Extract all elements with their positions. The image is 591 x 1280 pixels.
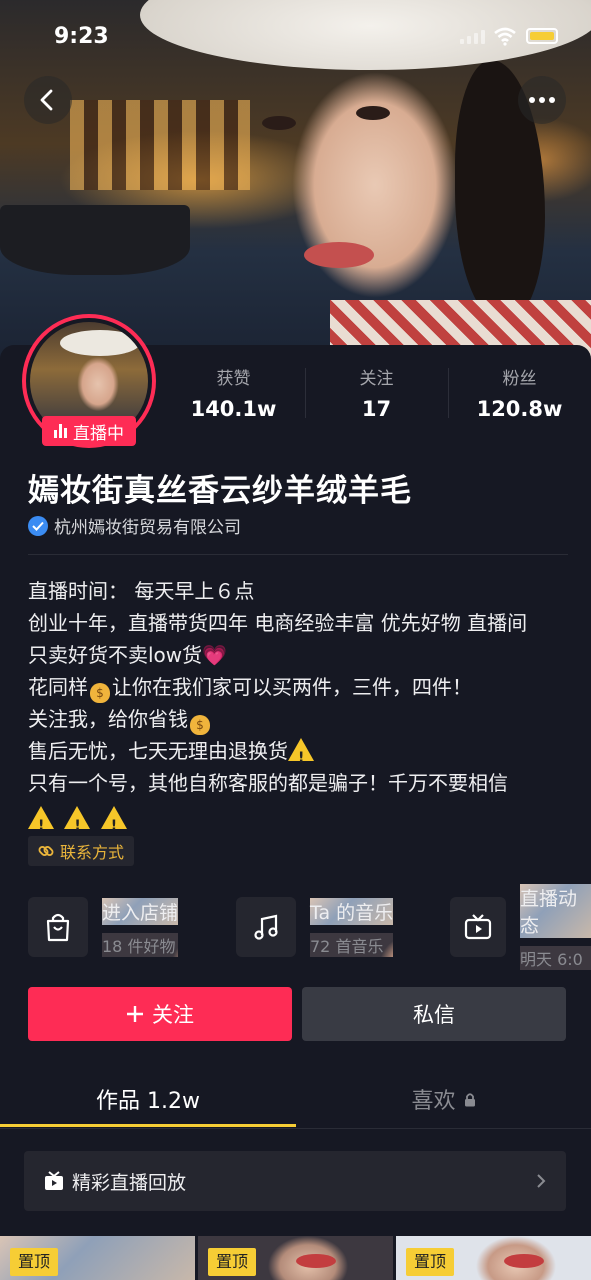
stat-following[interactable]: 关注 17: [305, 360, 448, 430]
shortcut-title: 直播动态: [520, 884, 591, 938]
replay-video-icon: [45, 1171, 63, 1190]
battery-icon: [526, 28, 558, 44]
cover-eye-right: [356, 106, 390, 120]
bio-line: 售后无忧，七天无理由退换货: [28, 735, 578, 774]
bio-text: 售后无忧，七天无理由退换货: [28, 739, 288, 763]
warning-icon: [288, 738, 314, 774]
cover-eye-left: [262, 116, 296, 130]
tab-label: 喜欢: [411, 1089, 456, 1114]
verified-company-name: 杭州嫣妆街贸易有限公司: [54, 518, 241, 538]
live-badge[interactable]: 直播中: [42, 416, 136, 446]
profile-name: 嫣妆街真丝香云纱羊绒羊毛: [28, 473, 412, 509]
back-button[interactable]: [24, 76, 72, 124]
pinned-badge: 置顶: [208, 1248, 257, 1276]
tab-active-indicator: [0, 1124, 296, 1127]
bio-text: 只卖好货不卖low货: [28, 643, 203, 667]
bio-line: [28, 799, 578, 842]
more-options-button[interactable]: [518, 76, 566, 124]
shortcut-row: 进入店铺 18 件好物 Ta 的音乐 72 首音乐 直播动态 明天 6:0: [0, 884, 591, 970]
bio-text: 让你在我们家可以买两件，三件，四件！: [112, 675, 472, 699]
thumb-lips: [296, 1254, 336, 1268]
stat-value: 17: [361, 397, 392, 421]
thumb-lips: [504, 1254, 544, 1268]
bio-text: 关注我，给你省钱: [28, 707, 188, 731]
bio-line: 只卖好货不卖low货💗: [28, 639, 578, 671]
shortcut-title: 进入店铺: [102, 897, 179, 925]
chevron-right-icon: [537, 1174, 546, 1188]
bio-line: 创业十年，直播带货四年 电商经验丰富 优先好物 直播间: [28, 611, 528, 635]
warning-icon: [100, 806, 127, 842]
stat-likes[interactable]: 获赞 140.1w: [162, 360, 305, 430]
shortcut-subtitle: 明天 6:0: [520, 946, 591, 970]
profile-bio: 直播时间： 每天早上６点 创业十年，直播带货四年 电商经验丰富 优先好物 直播间…: [28, 575, 578, 842]
tv-play-icon: [450, 897, 507, 957]
video-thumbnail[interactable]: 置顶: [198, 1236, 393, 1280]
shortcut-subtitle: 72 首音乐: [310, 932, 394, 957]
wifi-icon: [494, 27, 516, 46]
bio-line: 直播时间： 每天早上６点: [28, 579, 255, 603]
message-button[interactable]: 私信: [302, 987, 566, 1041]
contact-button[interactable]: 联系方式: [28, 836, 135, 866]
shortcut-subtitle: 18 件好物: [102, 932, 179, 957]
bio-line: 关注我，给你省钱 $: [28, 703, 578, 735]
pinned-badge: 置顶: [10, 1248, 59, 1276]
bio-text: 花同样: [28, 675, 88, 699]
bio-line: 花同样 $ 让你在我们家可以买两件，三件，四件！: [28, 671, 578, 703]
verified-check-icon: [28, 515, 48, 536]
tab-label: 作品 1.2w: [96, 1089, 200, 1114]
message-label: 私信: [413, 1003, 455, 1027]
cellular-signal-icon: [460, 30, 485, 44]
status-bar: 9:23: [0, 0, 591, 70]
link-icon: [38, 846, 54, 856]
warning-icon: [64, 806, 91, 842]
content-tabs: 作品 1.2w 喜欢: [0, 1070, 591, 1129]
stat-label: 获赞: [216, 369, 251, 389]
shortcut-title: Ta 的音乐: [310, 897, 394, 925]
live-badge-label: 直播中: [73, 423, 124, 444]
stat-value: 120.8w: [476, 397, 563, 421]
chevron-left-icon: [40, 89, 53, 111]
live-replay-entry[interactable]: 精彩直播回放: [24, 1151, 566, 1211]
shop-entry[interactable]: 进入店铺 18 件好物: [28, 892, 179, 962]
cover-building-lights: [70, 100, 250, 190]
stat-followers[interactable]: 粉丝 120.8w: [448, 360, 591, 430]
follow-label: 关注: [152, 1003, 194, 1027]
live-dynamics-entry[interactable]: 直播动态 明天 6:0: [450, 884, 591, 970]
stat-label: 关注: [359, 369, 394, 389]
live-bars-icon: [54, 424, 67, 438]
stat-label: 粉丝: [502, 369, 537, 389]
follow-button[interactable]: 关注: [28, 987, 292, 1041]
pinned-badge: 置顶: [406, 1248, 455, 1276]
money-bag-icon: $: [90, 683, 110, 703]
status-time: 9:23: [54, 24, 109, 49]
tab-likes[interactable]: 喜欢: [296, 1070, 591, 1128]
stat-value: 140.1w: [190, 397, 277, 421]
tab-works[interactable]: 作品 1.2w: [0, 1070, 296, 1128]
video-thumbnail[interactable]: 置顶: [396, 1236, 591, 1280]
more-dots-icon: [529, 97, 555, 103]
divider: [28, 554, 568, 555]
warning-icon: [28, 806, 54, 842]
profile-stats: 获赞 140.1w 关注 17 粉丝 120.8w: [162, 360, 591, 430]
money-bag-icon: $: [190, 715, 210, 735]
pink-heart-icon: 💗: [202, 643, 228, 667]
contact-label: 联系方式: [60, 843, 125, 862]
music-entry[interactable]: Ta 的音乐 72 首音乐: [236, 892, 394, 962]
shopping-bag-icon: [28, 897, 88, 957]
cover-lips: [304, 242, 374, 268]
video-thumbnail[interactable]: 置顶: [0, 1236, 195, 1280]
verified-company[interactable]: 杭州嫣妆街贸易有限公司: [28, 513, 241, 538]
video-grid: 置顶 置顶 置顶: [0, 1236, 591, 1280]
replay-label: 精彩直播回放: [72, 1171, 187, 1194]
plus-icon: [127, 1006, 143, 1022]
cover-boat: [0, 205, 190, 275]
music-note-icon: [236, 897, 296, 957]
lock-icon: [464, 1092, 475, 1106]
